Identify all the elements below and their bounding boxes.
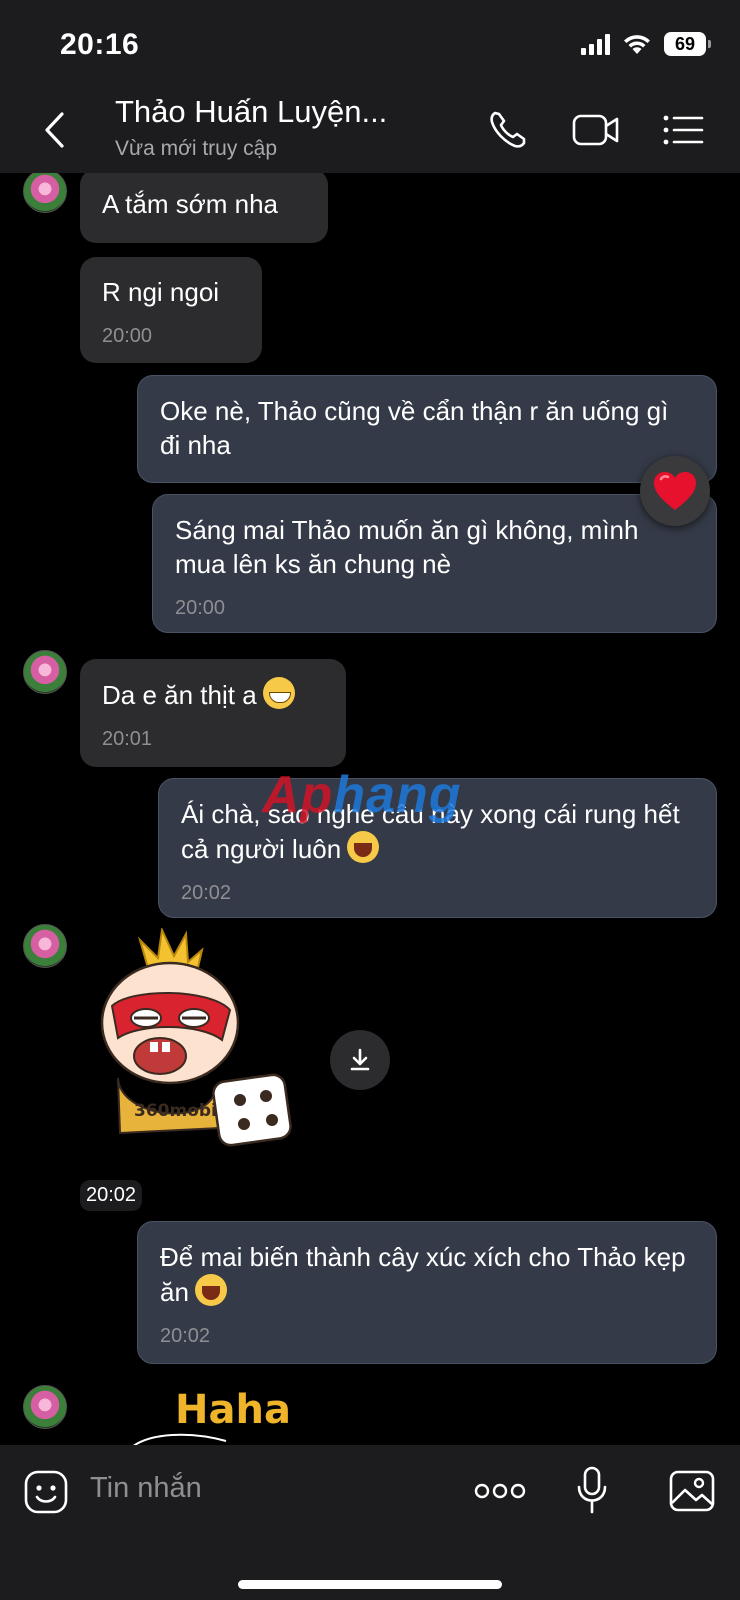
contact-status: Vừa mới truy cập [115,137,278,160]
battery-indicator: 69 [664,32,711,56]
message-bubble-incoming[interactable]: Da e ăn thịt a 20:01 [80,659,346,767]
home-indicator [238,1580,502,1589]
contact-avatar[interactable] [23,924,67,968]
contact-avatar[interactable] [23,173,67,213]
message-time: 20:02 [181,882,232,904]
sticker-partial [133,1433,227,1445]
message-time: 20:01 [102,728,153,750]
contact-avatar[interactable] [23,1385,67,1429]
message-list[interactable]: A tắm sớm nha R ngi ngoi 20:00 Oke nè, T… [0,173,740,1445]
message-time: 20:02 [160,1325,211,1347]
status-time: 20:16 [60,28,140,61]
message-bubble-incoming[interactable]: R ngi ngoi 20:00 [80,257,262,363]
grin-emoji [262,677,295,709]
chat-header: Thảo Huấn Luyện... Vừa mới truy cập [0,90,740,173]
reaction-badge[interactable] [640,456,710,526]
message-bubble-outgoing[interactable]: Sáng mai Thảo muốn ăn gì không, mình mua… [152,494,717,633]
message-time: 20:00 [175,597,226,619]
message-time: 20:00 [102,325,153,347]
download-icon [350,1048,370,1071]
sticker-caption: 360mobi [134,1101,217,1121]
message-bubble-incoming[interactable]: A tắm sớm nha [80,173,328,243]
status-bar: 20:16 69 [0,0,740,90]
message-input[interactable]: Tin nhắn [90,1472,202,1505]
message-time: 20:02 [80,1180,143,1211]
message-bubble-outgoing[interactable]: Để mai biến thành cây xúc xích cho Thảo … [137,1221,717,1364]
image-icon[interactable] [668,1469,716,1513]
phone-icon[interactable] [486,108,530,152]
download-button[interactable] [330,1030,390,1090]
microphone-icon[interactable] [576,1465,608,1515]
menu-list-icon[interactable] [662,108,704,152]
more-icon[interactable] [474,1480,526,1502]
message-text: Để mai biến thành cây xúc xích cho Thảo … [160,1242,686,1307]
wifi-icon [624,35,650,54]
watermark-part1: Ap [262,766,334,824]
watermark-part2: hang [333,766,462,824]
status-icons: 69 [581,32,711,56]
watermark: Aphang [262,765,462,825]
message-text: A tắm sớm nha [102,189,279,219]
message-text: Da e ăn thịt a [102,680,257,710]
heart-icon [654,472,696,510]
chevron-left-icon[interactable] [36,108,76,152]
laugh-emoji [347,831,380,863]
contact-name[interactable]: Thảo Huấn Luyện... [115,94,387,130]
sticker-haha[interactable]: Haha [175,1387,291,1433]
message-text: R ngi ngoi [102,277,220,307]
cellular-signal-icon [581,33,610,55]
sticker-icon[interactable] [23,1469,69,1515]
video-call-icon[interactable] [571,108,621,152]
message-input-bar: Tin nhắn [0,1445,740,1600]
message-bubble-outgoing[interactable]: Oke nè, Thảo cũng về cẩn thận r ăn uống … [137,375,717,483]
message-text: Oke nè, Thảo cũng về cẩn thận r ăn uống … [160,396,669,460]
sticker-image[interactable]: 360mobi [90,928,300,1148]
message-text: Sáng mai Thảo muốn ăn gì không, mình mua… [175,515,639,579]
laugh-emoji [194,1274,227,1306]
contact-avatar[interactable] [23,650,67,694]
